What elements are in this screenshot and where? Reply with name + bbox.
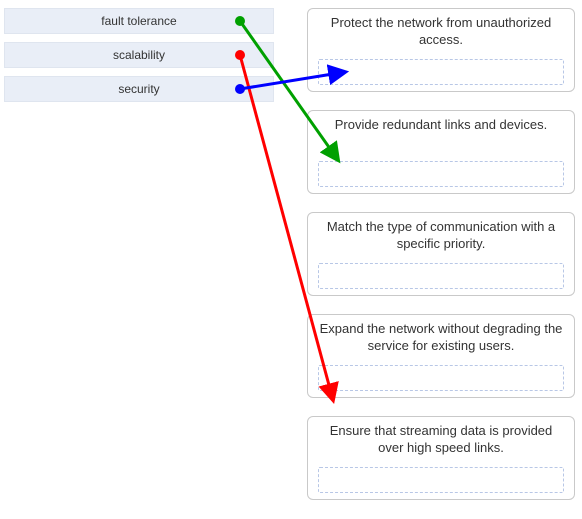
target-redundant[interactable]: Provide redundant links and devices. bbox=[307, 110, 575, 194]
target-label: Protect the network from unauthorized ac… bbox=[318, 15, 564, 49]
source-scalability[interactable]: scalability bbox=[4, 42, 274, 68]
target-expand[interactable]: Expand the network without degrading the… bbox=[307, 314, 575, 398]
target-label: Expand the network without degrading the… bbox=[318, 321, 564, 355]
source-label: scalability bbox=[113, 48, 165, 62]
source-label: security bbox=[118, 82, 159, 96]
source-label: fault tolerance bbox=[101, 14, 176, 28]
target-label: Ensure that streaming data is provided o… bbox=[318, 423, 564, 457]
target-label: Match the type of communication with a s… bbox=[318, 219, 564, 253]
matching-diagram: fault tolerance scalability security Pro… bbox=[0, 0, 582, 519]
target-priority[interactable]: Match the type of communication with a s… bbox=[307, 212, 575, 296]
drop-slot[interactable] bbox=[318, 161, 564, 187]
drop-slot[interactable] bbox=[318, 467, 564, 493]
target-protect[interactable]: Protect the network from unauthorized ac… bbox=[307, 8, 575, 92]
target-label: Provide redundant links and devices. bbox=[318, 117, 564, 134]
drop-slot[interactable] bbox=[318, 365, 564, 391]
source-fault-tolerance[interactable]: fault tolerance bbox=[4, 8, 274, 34]
source-security[interactable]: security bbox=[4, 76, 274, 102]
drop-slot[interactable] bbox=[318, 59, 564, 85]
target-streaming[interactable]: Ensure that streaming data is provided o… bbox=[307, 416, 575, 500]
drop-slot[interactable] bbox=[318, 263, 564, 289]
